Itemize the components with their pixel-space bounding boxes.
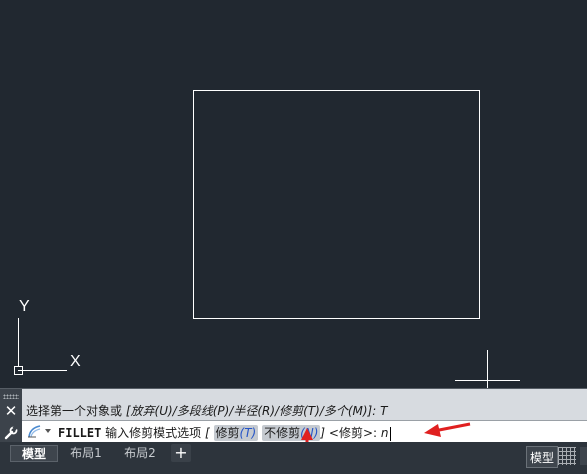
wrench-icon[interactable] bbox=[3, 425, 19, 441]
history-prefix: 选择第一个对象或 bbox=[26, 404, 126, 418]
crosshair-cursor-vertical bbox=[487, 350, 488, 388]
option-trim-label: 修剪 bbox=[215, 426, 240, 440]
drawing-canvas[interactable]: Y X bbox=[0, 0, 587, 388]
drag-grip-icon[interactable] bbox=[3, 394, 19, 399]
grid-icon[interactable] bbox=[558, 447, 576, 465]
tab-model[interactable]: 模型 bbox=[10, 445, 58, 462]
status-overflow[interactable] bbox=[580, 447, 587, 465]
crosshair-cursor-horizontal bbox=[455, 380, 520, 381]
option-notrim-key: (N) bbox=[300, 426, 319, 440]
command-prompt: FILLET 输入修剪模式选项 [ 修剪(T) 不修剪(N)] <修剪>: n bbox=[58, 424, 391, 441]
bracket-open: [ bbox=[205, 426, 210, 440]
tab-layout2[interactable]: 布局2 bbox=[114, 445, 166, 462]
ucs-x-axis bbox=[18, 370, 67, 371]
text-cursor bbox=[389, 426, 391, 441]
command-line-panel: ✕ 选择第一个对象或 [放弃(U)/多段线(P)/半径(R)/修剪(T)/多个(… bbox=[0, 388, 587, 443]
option-trim-key: (T) bbox=[239, 426, 257, 440]
history-options: [放弃(U)/多段线(P)/半径(R)/修剪(T)/多个(M)]: T bbox=[125, 404, 388, 418]
command-panel-sidebar: ✕ bbox=[0, 389, 22, 443]
command-history-line: 选择第一个对象或 [放弃(U)/多段线(P)/半径(R)/修剪(T)/多个(M)… bbox=[26, 402, 387, 419]
layout-tab-bar: 模型 布局1 布局2 + 模型 bbox=[0, 442, 587, 474]
command-icon[interactable] bbox=[27, 424, 43, 439]
close-icon[interactable]: ✕ bbox=[3, 403, 19, 419]
chevron-down-icon[interactable] bbox=[45, 429, 51, 433]
command-name: FILLET bbox=[58, 426, 102, 440]
typed-value: n bbox=[380, 426, 389, 440]
option-notrim-label: 不修剪 bbox=[264, 426, 301, 440]
add-tab-button[interactable]: + bbox=[171, 444, 191, 462]
ucs-y-label: Y bbox=[19, 298, 30, 315]
drawn-rectangle[interactable] bbox=[193, 90, 480, 319]
status-model-button[interactable]: 模型 bbox=[526, 446, 559, 468]
ucs-x-label: X bbox=[70, 353, 81, 370]
ucs-y-axis bbox=[18, 318, 19, 366]
option-notrim[interactable]: 不修剪(N) bbox=[262, 425, 321, 441]
ucs-origin-icon bbox=[14, 366, 23, 375]
command-input[interactable]: FILLET 输入修剪模式选项 [ 修剪(T) 不修剪(N)] <修剪>: n bbox=[22, 420, 587, 442]
tab-layout1[interactable]: 布局1 bbox=[62, 445, 110, 462]
prompt-text: 输入修剪模式选项 bbox=[101, 426, 205, 440]
default-value: <修剪>: bbox=[325, 426, 381, 440]
option-trim[interactable]: 修剪(T) bbox=[213, 425, 259, 441]
